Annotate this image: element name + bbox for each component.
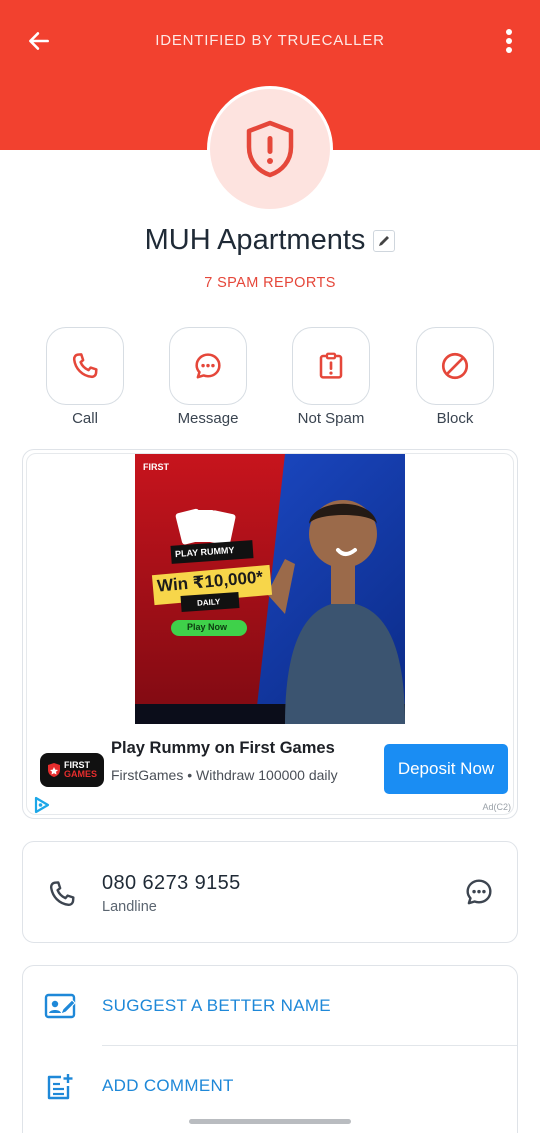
contact-name-row: MUH Apartments xyxy=(0,224,540,257)
shield-alert-icon xyxy=(246,120,294,178)
ad-banner-image[interactable]: FIRST PLAY RUMMY Win ₹10,000* DAILY Play… xyxy=(135,454,405,724)
ad-logo-line2: GAMES xyxy=(63,769,97,779)
phone-number-card[interactable]: 080 6273 9155 Landline xyxy=(22,841,518,943)
block-button[interactable] xyxy=(416,327,494,405)
message-label: Message xyxy=(177,410,239,427)
phone-number-type: Landline xyxy=(102,899,157,915)
pencil-icon xyxy=(379,235,390,246)
more-vertical-icon xyxy=(506,29,512,53)
ad-subtitle: FirstGames • Withdraw 100000 daily xyxy=(111,767,338,783)
edit-name-button[interactable] xyxy=(373,229,396,252)
action-row: Call Message Not Spam Block xyxy=(0,327,540,437)
add-comment-option[interactable]: ADD COMMENT xyxy=(23,1056,519,1116)
not-spam-button[interactable] xyxy=(292,327,370,405)
block-action[interactable]: Block xyxy=(405,327,505,427)
call-button[interactable] xyxy=(46,327,124,405)
edit-contact-icon xyxy=(44,993,76,1019)
contact-options-card: SUGGEST A BETTER NAME ADD COMMENT xyxy=(22,965,518,1133)
call-action[interactable]: Call xyxy=(35,327,135,427)
home-indicator[interactable] xyxy=(189,1119,351,1124)
chat-bubble-icon xyxy=(195,353,221,379)
ad-card[interactable]: FIRST PLAY RUMMY Win ₹10,000* DAILY Play… xyxy=(22,449,518,819)
spam-avatar xyxy=(207,86,333,212)
phone-icon xyxy=(49,881,75,907)
message-button[interactable] xyxy=(169,327,247,405)
deposit-now-button[interactable]: Deposit Now xyxy=(384,744,508,794)
suggest-name-option[interactable]: SUGGEST A BETTER NAME xyxy=(23,976,519,1036)
message-action[interactable]: Message xyxy=(158,327,258,427)
ad-title[interactable]: Play Rummy on First Games xyxy=(111,739,335,758)
header-title: IDENTIFIED BY TRUECALLER xyxy=(155,32,385,49)
add-note-icon xyxy=(47,1074,73,1100)
options-divider xyxy=(102,1045,517,1046)
not-spam-label: Not Spam xyxy=(297,410,365,427)
phone-icon xyxy=(72,353,98,379)
ad-label: Ad(C2) xyxy=(482,802,511,812)
block-icon xyxy=(441,352,469,380)
first-games-shield-icon xyxy=(47,763,60,777)
clipboard-alert-icon xyxy=(319,352,343,379)
call-label: Call xyxy=(72,410,98,427)
ad-choices-icon xyxy=(34,796,50,814)
banner-play-text: Play Now xyxy=(187,622,228,632)
contact-name: MUH Apartments xyxy=(144,224,366,256)
ad-choices-button[interactable] xyxy=(33,796,51,819)
add-comment-label: ADD COMMENT xyxy=(102,1076,234,1095)
spam-reports-count: 7 SPAM REPORTS xyxy=(204,275,336,291)
ad-advertiser-logo: FIRST GAMES xyxy=(40,753,104,787)
more-options-button[interactable] xyxy=(496,24,522,58)
phone-number[interactable]: 080 6273 9155 xyxy=(102,872,241,895)
banner-brand: FIRST xyxy=(143,462,169,472)
banner-daily-text: DAILY xyxy=(196,597,221,608)
block-label: Block xyxy=(436,410,474,427)
sms-button[interactable] xyxy=(463,876,495,913)
not-spam-action[interactable]: Not Spam xyxy=(281,327,381,427)
chat-bubble-icon xyxy=(466,879,492,905)
ad-logo-wordmark: FIRST GAMES xyxy=(64,761,97,779)
suggest-name-label: SUGGEST A BETTER NAME xyxy=(102,996,331,1015)
